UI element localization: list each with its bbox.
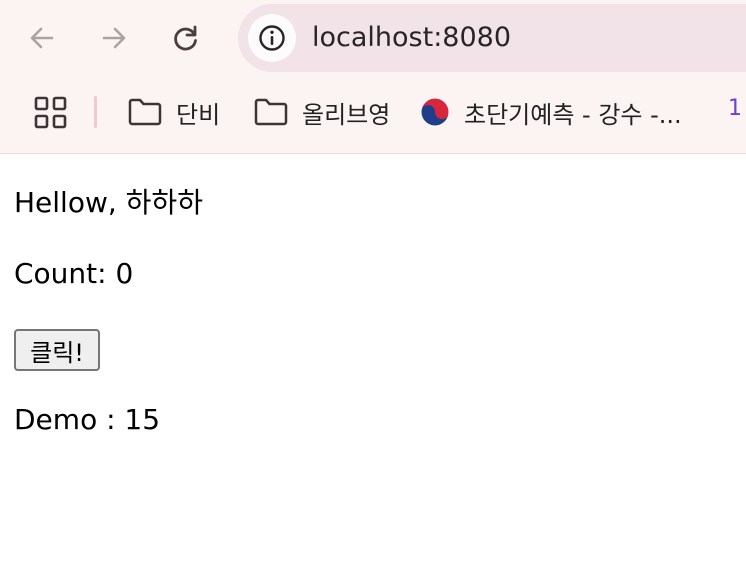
- site-info-button[interactable]: [248, 14, 296, 62]
- folder-icon: [254, 98, 288, 126]
- bookmark-oliveyoung[interactable]: 올리브영: [254, 92, 390, 132]
- click-button[interactable]: 클릭!: [14, 329, 100, 371]
- url-text: localhost:8080: [312, 22, 512, 53]
- taegeuk-icon: [420, 97, 450, 127]
- bookmark-label: 올리브영: [302, 100, 391, 129]
- bookmarks-bar: 단비 올리브영 초단기예측 - 강수 -... 1: [0, 88, 746, 136]
- back-arrow-icon: [30, 27, 54, 49]
- apps-grid-icon[interactable]: [34, 96, 68, 130]
- back-button[interactable]: [22, 20, 62, 56]
- bookmark-danbi[interactable]: 단비: [128, 92, 220, 132]
- bookmark-weather-forecast[interactable]: 초단기예측 - 강수 -...: [420, 92, 682, 132]
- bookmarks-separator: [94, 96, 97, 128]
- folder-icon: [128, 98, 162, 126]
- address-bar[interactable]: localhost:8080: [238, 4, 746, 72]
- reload-icon: [174, 25, 197, 51]
- browser-chrome: localhost:8080 단비 올리브영 초단기예측 - 강수 -... 1: [0, 0, 746, 154]
- reload-button[interactable]: [166, 20, 206, 56]
- info-icon: [259, 25, 285, 51]
- bookmark-label: 초단기예측 - 강수 -...: [464, 100, 682, 129]
- greeting-text: Hellow, 하하하: [14, 186, 203, 219]
- forward-arrow-icon: [102, 27, 126, 49]
- bookmark-partial-cutoff[interactable]: 1: [728, 96, 746, 128]
- forward-button[interactable]: [94, 20, 134, 56]
- count-text: Count: 0: [14, 257, 134, 290]
- demo-text: Demo : 15: [14, 403, 161, 436]
- bookmark-label: 단비: [176, 100, 221, 129]
